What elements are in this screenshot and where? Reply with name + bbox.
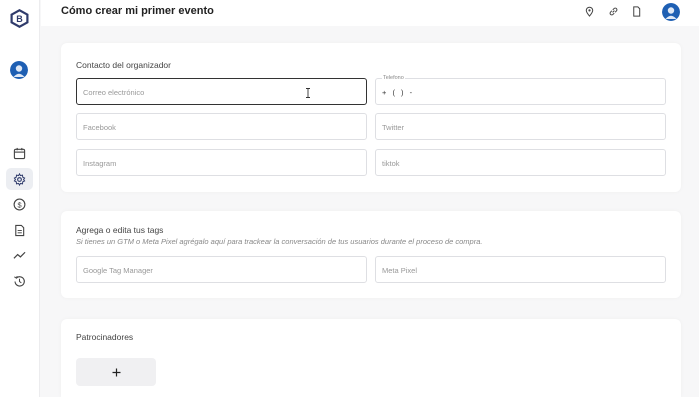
- sidebar-item-history[interactable]: [6, 270, 33, 292]
- phone-field[interactable]: Telefono + ( ) -: [375, 75, 666, 105]
- svg-text:$: $: [17, 200, 21, 209]
- email-field[interactable]: Correo electrónico: [76, 78, 367, 105]
- facebook-placeholder: Facebook: [83, 123, 116, 132]
- add-sponsor-button[interactable]: [76, 358, 156, 386]
- page-title: Cómo crear mi primer evento: [61, 5, 214, 17]
- instagram-placeholder: Instagram: [83, 159, 117, 168]
- email-placeholder: Correo electrónico: [83, 88, 145, 97]
- header-user-avatar[interactable]: [662, 3, 680, 21]
- sponsors-card: Patrocinadores: [61, 319, 681, 397]
- document-icon[interactable]: [631, 6, 642, 17]
- calendar-icon: [13, 147, 26, 159]
- tiktok-placeholder: tiktok: [382, 159, 400, 168]
- dollar-icon: $: [13, 198, 26, 210]
- location-pin-icon[interactable]: [584, 6, 595, 17]
- text-cursor-icon: [306, 88, 310, 98]
- topbar: Cómo crear mi primer evento: [41, 0, 699, 26]
- sidebar-item-settings[interactable]: [6, 168, 33, 190]
- tags-section-subtitle: Si tienes un GTM o Meta Pixel agrégalo a…: [76, 237, 483, 246]
- instagram-field[interactable]: Instagram: [76, 149, 367, 176]
- sidebar: B $: [0, 0, 40, 397]
- sidebar-item-reports[interactable]: [6, 219, 33, 241]
- gtm-placeholder: Google Tag Manager: [83, 266, 153, 275]
- tags-card: Agrega o edita tus tags Si tienes un GTM…: [61, 211, 681, 298]
- twitter-placeholder: Twitter: [382, 123, 405, 132]
- history-icon: [14, 275, 25, 287]
- logo-letter: B: [16, 14, 23, 24]
- organizer-contact-card: Contacto del organizador Correo electrón…: [61, 43, 681, 192]
- organizer-section-title: Contacto del organizador: [76, 60, 171, 70]
- facebook-field[interactable]: Facebook: [76, 113, 367, 140]
- phone-label: Telefono: [382, 75, 405, 81]
- plus-icon: [112, 368, 120, 376]
- link-icon[interactable]: [608, 6, 619, 17]
- trend-icon: [13, 251, 26, 259]
- tags-section-title: Agrega o edita tus tags: [76, 225, 164, 235]
- user-avatar[interactable]: [10, 61, 28, 79]
- meta-pixel-field[interactable]: Meta Pixel: [375, 256, 666, 283]
- brand-logo[interactable]: B: [9, 8, 30, 29]
- report-icon: [15, 224, 25, 236]
- phone-value: + ( ) -: [382, 88, 415, 97]
- sidebar-item-calendar[interactable]: [6, 142, 33, 164]
- sidebar-item-analytics[interactable]: [6, 244, 33, 266]
- meta-pixel-placeholder: Meta Pixel: [382, 266, 418, 275]
- tiktok-field[interactable]: tiktok: [375, 149, 666, 176]
- sidebar-item-payments[interactable]: $: [6, 193, 33, 215]
- sponsors-section-title: Patrocinadores: [76, 332, 134, 342]
- gear-icon: [13, 172, 26, 186]
- gtm-field[interactable]: Google Tag Manager: [76, 256, 367, 283]
- twitter-field[interactable]: Twitter: [375, 113, 666, 140]
